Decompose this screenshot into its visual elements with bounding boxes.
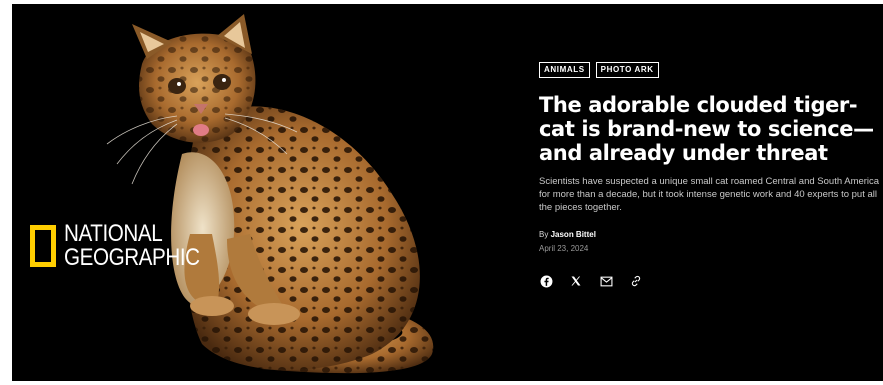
national-geographic-logo[interactable]: NATIONAL GEOGRAPHIC	[30, 222, 222, 270]
logo-line-1: NATIONAL	[64, 220, 163, 247]
x-share-button[interactable]	[569, 274, 583, 288]
copy-link-button[interactable]	[629, 274, 643, 288]
article-summary: ANIMALS PHOTO ARK The adorable clouded t…	[539, 62, 879, 288]
byline: By Jason Bittel	[539, 229, 879, 240]
email-icon	[600, 276, 612, 286]
tag-photo-ark[interactable]: PHOTO ARK	[595, 62, 659, 78]
author-link[interactable]: Jason Bittel	[551, 230, 596, 239]
article-headline[interactable]: The adorable clouded tiger-cat is brand-…	[539, 93, 879, 165]
logo-line-2: GEOGRAPHIC	[64, 244, 200, 271]
publish-date: April 23, 2024	[539, 244, 589, 253]
tag-list: ANIMALS PHOTO ARK	[539, 62, 879, 78]
facebook-icon	[540, 275, 552, 287]
facebook-share-button[interactable]	[539, 274, 553, 288]
hero-banner: NATIONAL GEOGRAPHIC ANIMALS PHOTO ARK Th…	[12, 4, 883, 381]
tag-animals[interactable]: ANIMALS	[539, 62, 590, 78]
article-dek: Scientists have suspected a unique small…	[539, 176, 880, 213]
x-icon	[571, 276, 581, 286]
yellow-border-icon	[30, 225, 56, 267]
tiger-cat-photo	[12, 4, 512, 381]
share-bar	[539, 274, 879, 288]
byline-prefix: By	[539, 230, 549, 239]
logo-wordmark: NATIONAL GEOGRAPHIC	[64, 222, 200, 270]
email-share-button[interactable]	[599, 274, 613, 288]
link-icon	[631, 275, 641, 287]
